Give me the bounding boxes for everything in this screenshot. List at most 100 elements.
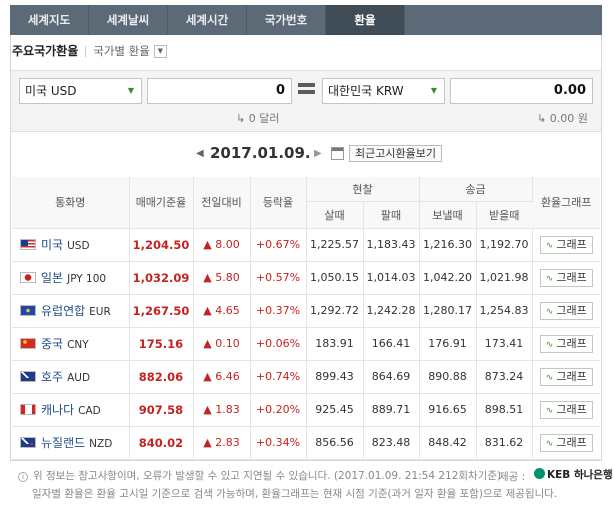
tab-world-time[interactable]: 세계시간 [168,5,247,35]
currency-cell[interactable]: 뉴질랜드 NZD [12,426,130,460]
from-currency-select[interactable]: 미국 USD ▼ [19,78,142,104]
bank-logo-icon [534,468,545,479]
base-rate: 840.02 [129,426,194,460]
currency-name[interactable]: 중국 [41,337,63,351]
header-transfer: 송금 [419,177,533,202]
change-value: ▲ 6.46 [193,360,251,394]
arrow-return-icon: ↳ [236,112,249,125]
graph-button-label: 그래프 [556,303,587,317]
transfer-send: 1,042.20 [419,261,477,295]
change-rate: +0.57% [250,261,307,295]
canada-flag-icon [20,404,36,415]
prev-date-icon[interactable]: ◀ [196,148,204,159]
tab-bar: 세계지도 세계날씨 세계시간 국가번호 환율 [10,5,602,35]
info-icon: i [18,472,28,482]
graph-cell: ∿ 그래프 [532,228,600,262]
to-currency-select[interactable]: 대한민국 KRW ▼ [322,78,445,104]
change-rate: +0.06% [250,327,307,361]
transfer-receive: 873.24 [476,360,533,394]
currency-cell[interactable]: 호주 AUD [12,360,130,394]
graph-button[interactable]: ∿ 그래프 [539,235,593,254]
transfer-send: 848.42 [419,426,477,460]
currency-cell[interactable]: 유럽연합 EUR [12,294,130,328]
header-change: 전일대비 [193,177,251,229]
currency-name[interactable]: 미국 [41,238,63,252]
currency-name[interactable]: 캐나다 [41,403,74,417]
graph-button[interactable]: ∿ 그래프 [539,334,593,353]
graph-cell: ∿ 그래프 [532,327,600,361]
graph-button[interactable]: ∿ 그래프 [539,433,593,452]
header-cash-buy: 살때 [306,201,364,229]
chevron-down-icon[interactable]: ▼ [153,44,167,58]
graph-note: 일자별 환율은 환율 고시일 기준으로 검색 가능하며, 환율그래프는 현재 시… [32,488,558,500]
graph-cell: ∿ 그래프 [532,426,600,460]
currency-name[interactable]: 호주 [41,370,63,384]
graph-button-label: 그래프 [556,369,587,383]
cash-buy: 1,225.57 [306,228,364,262]
next-date-icon[interactable]: ▶ [314,148,322,159]
table-body: 미국 USD 1,204.50 ▲ 8.00 +0.67% 1,225.57 1,183.4… [12,228,600,460]
cash-sell: 1,242.28 [363,294,420,328]
header-rate: 등락율 [250,177,307,229]
graph-button-label: 그래프 [556,435,587,449]
transfer-send: 176.91 [419,327,477,361]
cash-buy: 856.56 [306,426,364,460]
graph-button[interactable]: ∿ 그래프 [539,301,593,320]
transfer-receive: 898.51 [476,393,533,427]
currency-cell[interactable]: 일본 JPY 100 [12,261,130,295]
transfer-send: 890.88 [419,360,477,394]
table-row: 미국 USD 1,204.50 ▲ 8.00 +0.67% 1,225.57 1,183.4… [12,228,600,262]
graph-button-label: 그래프 [556,237,587,251]
table-row: 호주 AUD 882.06 ▲ 6.46 +0.74% 899.43 864.69 890.8… [12,360,600,394]
table-row: 중국 CNY 175.16 ▲ 0.10 +0.06% 183.91 166.41 176.9… [12,327,600,361]
exchange-rate-table: 통화명 매매기준율 전일대비 등락율 현찰 송금 환율그래프 살때 팔때 보낼때… [12,177,600,460]
chart-icon: ∿ [545,306,554,317]
cash-buy: 1,050.15 [306,261,364,295]
cash-sell: 166.41 [363,327,420,361]
section-title: 주요국가환율 [12,44,79,58]
tab-world-map[interactable]: 세계지도 [10,5,89,35]
tab-world-weather[interactable]: 세계날씨 [89,5,168,35]
country-rate-link[interactable]: 국가별 환율 [93,42,150,60]
calendar-icon[interactable] [331,147,344,160]
cash-sell: 823.48 [363,426,420,460]
currency-name[interactable]: 유럽연합 [41,304,85,318]
transfer-receive: 1,192.70 [476,228,533,262]
graph-cell: ∿ 그래프 [532,393,600,427]
from-amount-hint: ↳ 0 달러 [236,112,280,125]
header-cash-sell: 팔때 [363,201,420,229]
section-header: 주요국가환율 국가별 환율 ▼ [12,42,167,60]
currency-code: AUD [67,372,91,384]
table-row: 유럽연합 EUR 1,267.50 ▲ 4.65 +0.37% 1,292.72 1,242… [12,294,600,328]
tab-country-code[interactable]: 국가번호 [247,5,326,35]
currency-name[interactable]: 뉴질랜드 [41,436,85,450]
graph-button[interactable]: ∿ 그래프 [539,268,593,287]
transfer-receive: 831.62 [476,426,533,460]
transfer-send: 916.65 [419,393,477,427]
change-value: ▲ 1.83 [193,393,251,427]
chart-icon: ∿ [545,339,554,350]
from-currency-label: 미국 USD [25,84,77,98]
currency-cell[interactable]: 중국 CNY [12,327,130,361]
change-value: ▲ 5.80 [193,261,251,295]
cash-buy: 1,292.72 [306,294,364,328]
divider [85,45,87,57]
graph-button[interactable]: ∿ 그래프 [539,367,593,386]
to-amount-input[interactable]: 0.00 [450,78,593,104]
change-rate: +0.74% [250,360,307,394]
change-value: ▲ 4.65 [193,294,251,328]
graph-button[interactable]: ∿ 그래프 [539,400,593,419]
chart-icon: ∿ [545,405,554,416]
transfer-receive: 1,254.83 [476,294,533,328]
base-rate: 882.06 [129,360,194,394]
currency-name[interactable]: 일본 [41,271,63,285]
graph-cell: ∿ 그래프 [532,261,600,295]
from-amount-input[interactable]: 0 [147,78,292,104]
currency-cell[interactable]: 캐나다 CAD [12,393,130,427]
recent-rate-button[interactable]: 최근고시환율보기 [349,145,442,162]
currency-code: JPY 100 [67,273,107,285]
change-rate: +0.37% [250,294,307,328]
currency-cell[interactable]: 미국 USD [12,228,130,262]
graph-button-label: 그래프 [556,336,587,350]
tab-exchange-rate[interactable]: 환율 [326,5,405,35]
